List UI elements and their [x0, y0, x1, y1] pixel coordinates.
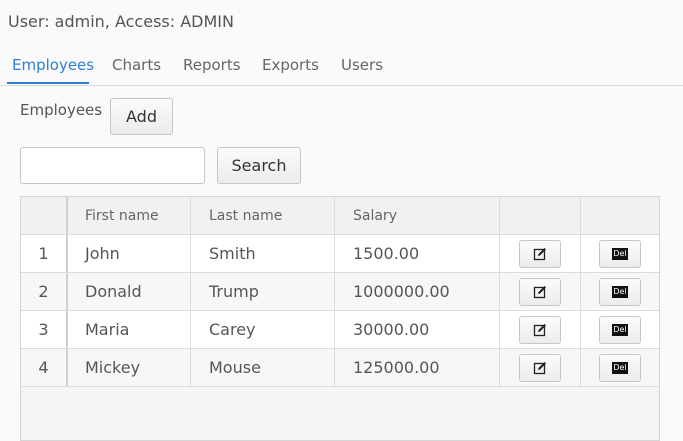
- section-title: Employees: [20, 101, 103, 119]
- main-tabs: Employees Charts Reports Exports Users: [0, 52, 683, 86]
- search-button[interactable]: Search: [217, 147, 301, 184]
- table-row[interactable]: 1 John Smith 1500.00 Del: [21, 235, 659, 273]
- last-name-cell: Mouse: [191, 349, 335, 386]
- user-access-label: User: admin, Access: ADMIN: [8, 12, 234, 31]
- first-name-cell: Donald: [68, 273, 191, 310]
- edit-icon: [533, 323, 546, 336]
- table-header: First name Last name Salary: [21, 197, 659, 235]
- salary-cell: 30000.00: [335, 311, 500, 348]
- search-input[interactable]: [20, 147, 205, 184]
- delete-icon: Del: [612, 285, 628, 298]
- header-first-name[interactable]: First name: [68, 197, 191, 234]
- tab-employees[interactable]: Employees: [12, 56, 94, 74]
- delete-button[interactable]: Del: [599, 239, 641, 268]
- row-index: 3: [21, 311, 68, 348]
- first-name-cell: Mickey: [68, 349, 191, 386]
- delete-button[interactable]: Del: [599, 277, 641, 306]
- header-index: [21, 197, 68, 234]
- last-name-cell: Smith: [191, 235, 335, 272]
- last-name-cell: Carey: [191, 311, 335, 348]
- add-button[interactable]: Add: [110, 98, 173, 135]
- delete-icon: Del: [612, 323, 628, 336]
- table-row[interactable]: 4 Mickey Mouse 125000.00 Del: [21, 349, 659, 387]
- active-tab-indicator: [7, 82, 89, 84]
- edit-icon: [533, 247, 546, 260]
- employees-table: First name Last name Salary 1 John Smith…: [20, 196, 660, 441]
- salary-cell: 1000000.00: [335, 273, 500, 310]
- header-edit: [500, 197, 581, 234]
- tab-users[interactable]: Users: [341, 56, 383, 74]
- header-delete: [581, 197, 659, 234]
- tab-reports[interactable]: Reports: [183, 56, 241, 74]
- edit-button[interactable]: [519, 315, 561, 344]
- delete-icon: Del: [612, 247, 628, 260]
- edit-button[interactable]: [519, 277, 561, 306]
- table-row[interactable]: 2 Donald Trump 1000000.00 Del: [21, 273, 659, 311]
- row-index: 2: [21, 273, 68, 310]
- salary-cell: 1500.00: [335, 235, 500, 272]
- edit-button[interactable]: [519, 239, 561, 268]
- edit-icon: [533, 285, 546, 298]
- first-name-cell: Maria: [68, 311, 191, 348]
- delete-icon: Del: [612, 361, 628, 374]
- header-last-name[interactable]: Last name: [191, 197, 335, 234]
- edit-icon: [533, 361, 546, 374]
- last-name-cell: Trump: [191, 273, 335, 310]
- row-index: 1: [21, 235, 68, 272]
- tab-charts[interactable]: Charts: [112, 56, 161, 74]
- table-row[interactable]: 3 Maria Carey 30000.00 Del: [21, 311, 659, 349]
- delete-button[interactable]: Del: [599, 315, 641, 344]
- salary-cell: 125000.00: [335, 349, 500, 386]
- row-index: 4: [21, 349, 68, 386]
- edit-button[interactable]: [519, 353, 561, 382]
- tab-exports[interactable]: Exports: [262, 56, 319, 74]
- first-name-cell: John: [68, 235, 191, 272]
- delete-button[interactable]: Del: [599, 353, 641, 382]
- header-salary[interactable]: Salary: [335, 197, 500, 234]
